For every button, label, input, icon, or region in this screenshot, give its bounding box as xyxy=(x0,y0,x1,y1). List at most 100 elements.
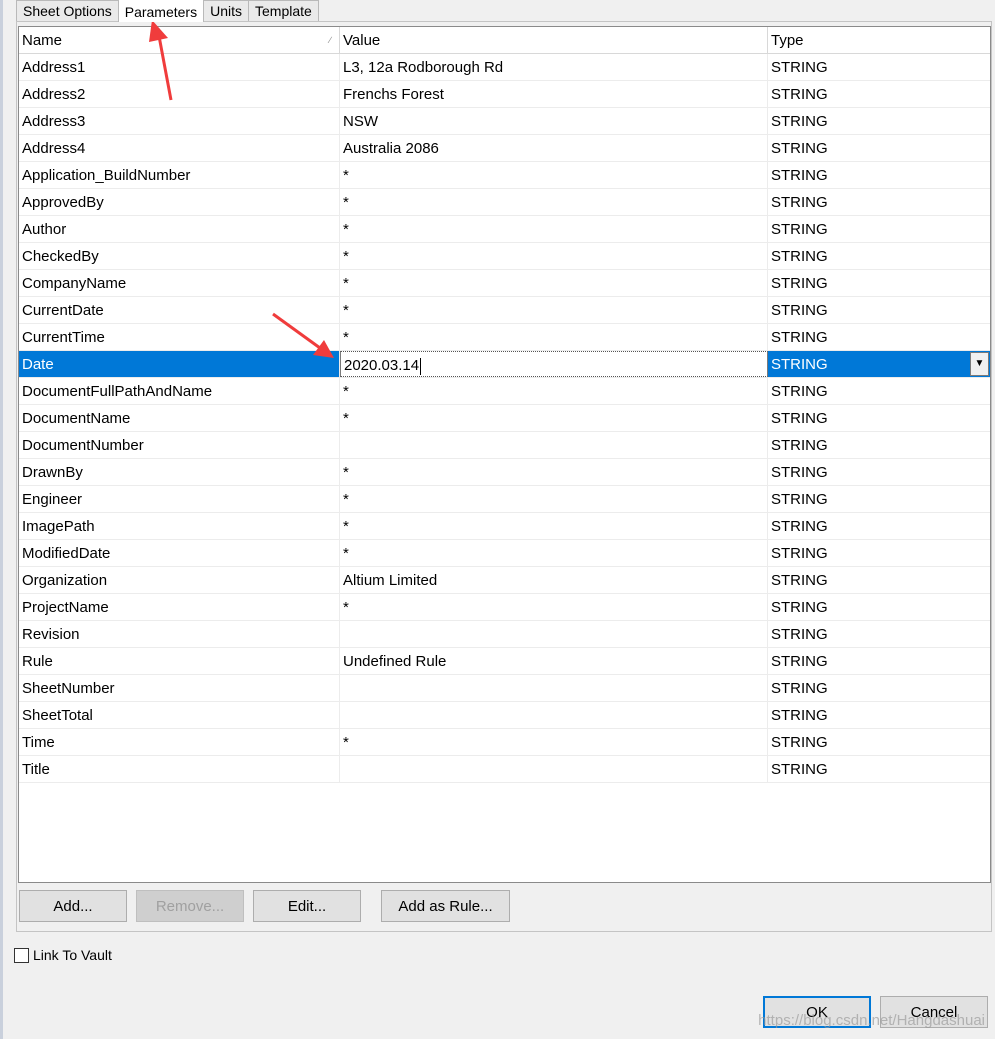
table-row[interactable]: ProjectName * STRING xyxy=(19,594,990,621)
cell-name[interactable]: Address2 xyxy=(19,81,340,107)
cell-name[interactable]: ModifiedDate xyxy=(19,540,340,566)
column-header-type[interactable]: Type xyxy=(768,27,990,53)
cell-value[interactable]: * xyxy=(340,162,768,188)
cell-type[interactable]: STRING xyxy=(768,270,990,296)
table-row[interactable]: Application_BuildNumber * STRING xyxy=(19,162,990,189)
cell-name[interactable]: Address1 xyxy=(19,54,340,80)
cell-type[interactable]: STRING xyxy=(768,162,990,188)
table-row[interactable]: DocumentFullPathAndName * STRING xyxy=(19,378,990,405)
link-to-vault-checkbox[interactable] xyxy=(14,947,29,963)
cell-type[interactable]: STRING xyxy=(768,567,990,593)
table-row[interactable]: DocumentName * STRING xyxy=(19,405,990,432)
cell-name[interactable]: CurrentDate xyxy=(19,297,340,323)
tab-sheet-options[interactable]: Sheet Options xyxy=(16,0,119,21)
table-row[interactable]: SheetNumber STRING xyxy=(19,675,990,702)
cell-type[interactable]: STRING xyxy=(768,540,990,566)
cell-name[interactable]: Time xyxy=(19,729,340,755)
remove-button[interactable]: Remove... xyxy=(136,890,244,922)
table-row[interactable]: Address1 L3, 12a Rodborough Rd STRING xyxy=(19,54,990,81)
cell-type[interactable]: STRING xyxy=(768,756,990,782)
cell-value[interactable]: * xyxy=(340,189,768,215)
tab-template[interactable]: Template xyxy=(248,0,319,21)
cell-value[interactable]: * xyxy=(340,270,768,296)
cell-type[interactable]: STRING xyxy=(768,243,990,269)
cell-value[interactable] xyxy=(340,756,768,782)
table-row[interactable]: SheetTotal STRING xyxy=(19,702,990,729)
table-row[interactable]: CompanyName * STRING xyxy=(19,270,990,297)
cell-type[interactable]: STRING xyxy=(768,297,990,323)
cell-value[interactable]: * xyxy=(340,243,768,269)
table-row[interactable]: Author * STRING xyxy=(19,216,990,243)
cell-value[interactable]: * xyxy=(340,297,768,323)
add-as-rule-button[interactable]: Add as Rule... xyxy=(381,890,510,922)
cell-value[interactable]: * xyxy=(340,513,768,539)
cell-type[interactable]: STRING xyxy=(768,729,990,755)
cell-type[interactable]: STRING xyxy=(768,135,990,161)
cell-name[interactable]: Application_BuildNumber xyxy=(19,162,340,188)
table-row[interactable]: ModifiedDate * STRING xyxy=(19,540,990,567)
cell-name[interactable]: DocumentFullPathAndName xyxy=(19,378,340,404)
parameters-grid[interactable]: Name ∕ Value Type Address1 L3, 12a Rodbor… xyxy=(18,26,991,883)
cell-type[interactable]: STRING xyxy=(768,216,990,242)
cell-type[interactable]: STRING xyxy=(768,54,990,80)
cell-name[interactable]: SheetTotal xyxy=(19,702,340,728)
table-row[interactable]: CurrentTime * STRING xyxy=(19,324,990,351)
cell-type[interactable]: STRING xyxy=(768,675,990,701)
cell-value[interactable] xyxy=(340,621,768,647)
table-row[interactable]: CheckedBy * STRING xyxy=(19,243,990,270)
cell-name[interactable]: CompanyName xyxy=(19,270,340,296)
table-row[interactable]: Rule Undefined Rule STRING xyxy=(19,648,990,675)
cell-name[interactable]: Rule xyxy=(19,648,340,674)
chevron-down-icon[interactable]: ▼ xyxy=(970,352,989,376)
cell-value[interactable] xyxy=(340,702,768,728)
cell-type[interactable]: STRING xyxy=(768,486,990,512)
cell-name[interactable]: Address3 xyxy=(19,108,340,134)
table-row[interactable]: DrawnBy * STRING xyxy=(19,459,990,486)
cell-value[interactable]: Undefined Rule xyxy=(340,648,768,674)
table-row[interactable]: ApprovedBy * STRING xyxy=(19,189,990,216)
cell-type[interactable]: STRING xyxy=(768,81,990,107)
cell-value[interactable]: * xyxy=(340,216,768,242)
cell-name[interactable]: Date xyxy=(19,351,340,377)
table-row[interactable]: ImagePath * STRING xyxy=(19,513,990,540)
table-row[interactable]: CurrentDate * STRING xyxy=(19,297,990,324)
cell-value[interactable]: * xyxy=(340,486,768,512)
tab-parameters[interactable]: Parameters xyxy=(117,0,205,22)
cell-name[interactable]: Revision xyxy=(19,621,340,647)
add-button[interactable]: Add... xyxy=(19,890,127,922)
edit-button[interactable]: Edit... xyxy=(253,890,361,922)
cell-value[interactable]: * xyxy=(340,729,768,755)
table-row[interactable]: Engineer * STRING xyxy=(19,486,990,513)
table-row[interactable]: Revision STRING xyxy=(19,621,990,648)
cell-value[interactable]: * xyxy=(340,324,768,350)
cell-name[interactable]: CurrentTime xyxy=(19,324,340,350)
link-to-vault-option[interactable]: Link To Vault xyxy=(14,947,112,963)
cell-name[interactable]: ProjectName xyxy=(19,594,340,620)
cell-name[interactable]: ImagePath xyxy=(19,513,340,539)
cell-value[interactable]: Australia 2086 xyxy=(340,135,768,161)
table-row[interactable]: Address4 Australia 2086 STRING xyxy=(19,135,990,162)
cell-type[interactable]: STRING xyxy=(768,324,990,350)
cell-value[interactable]: * xyxy=(340,540,768,566)
cell-type[interactable]: STRING xyxy=(768,405,990,431)
column-header-name[interactable]: Name ∕ xyxy=(19,27,340,53)
cell-value[interactable]: * xyxy=(340,378,768,404)
cell-value[interactable] xyxy=(340,675,768,701)
cell-name[interactable]: Organization xyxy=(19,567,340,593)
cell-value[interactable]: Altium Limited xyxy=(340,567,768,593)
table-row[interactable]: Address2 Frenchs Forest STRING xyxy=(19,81,990,108)
cell-name[interactable]: Address4 xyxy=(19,135,340,161)
cell-value[interactable]: * xyxy=(340,459,768,485)
cell-type[interactable]: STRING xyxy=(768,432,990,458)
cell-name[interactable]: ApprovedBy xyxy=(19,189,340,215)
table-row[interactable]: Time * STRING xyxy=(19,729,990,756)
cell-value[interactable]: Frenchs Forest xyxy=(340,81,768,107)
table-row[interactable]: Organization Altium Limited STRING xyxy=(19,567,990,594)
cell-name[interactable]: Title xyxy=(19,756,340,782)
cell-name[interactable]: DocumentNumber xyxy=(19,432,340,458)
table-row[interactable]: Address3 NSW STRING xyxy=(19,108,990,135)
cell-type[interactable]: STRING xyxy=(768,621,990,647)
cell-name[interactable]: DocumentName xyxy=(19,405,340,431)
type-combobox[interactable]: STRING ▼ xyxy=(768,351,990,377)
cell-type[interactable]: STRING xyxy=(768,378,990,404)
